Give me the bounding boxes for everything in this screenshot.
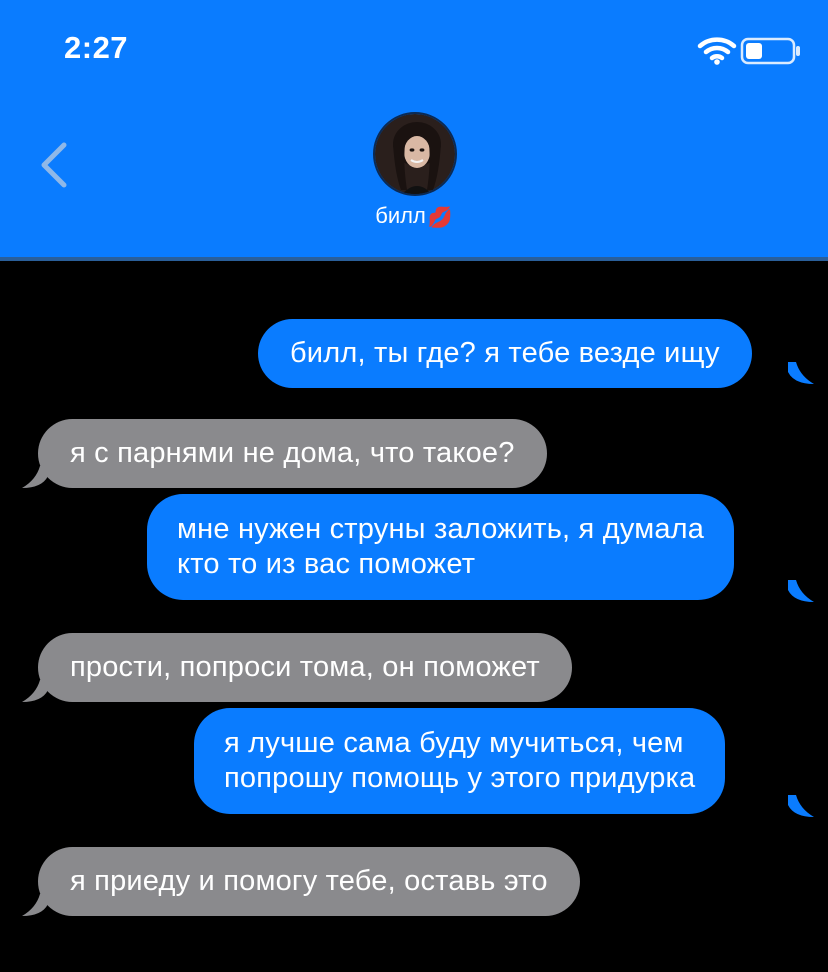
message-bubble-outgoing[interactable]: мне нужен струны заложить, я думала кто … [147,494,735,600]
message-text-line: мне нужен струны заложить, я думала [177,513,705,545]
message-bubble-incoming[interactable]: я с парнями не дома, что такое? [38,419,547,488]
message-bubble-incoming[interactable]: прости, попроси тома, он поможет [38,633,572,702]
wifi-icon [697,37,737,65]
kiss-emoji: 💋 [427,207,453,229]
message-bubble-incoming[interactable]: я приеду и помогу тебе, оставь это [38,847,580,916]
message-text: прости, попроси тома, он поможет [70,651,540,683]
message-text: билл, ты где? я тебе везде ищу [290,337,720,369]
bubble-tail [788,795,814,817]
message-text: я с парнями не дома, что такое? [70,437,515,469]
message-text-line: кто то из вас поможет [177,547,476,580]
battery-icon [740,37,800,65]
back-chevron-icon[interactable] [30,135,74,195]
conversation-header: 2:27 билл 💋 [0,0,828,257]
message-text-line: я лучше сама буду мучиться, чем [224,727,684,759]
bubble-tail [788,362,814,384]
status-time: 2:27 [64,30,129,65]
message-bubble-outgoing[interactable]: билл, ты где? я тебе везде ищу [258,319,752,388]
bubble-tail [788,580,814,602]
contact-name[interactable]: билл 💋 [0,203,828,230]
bubble-tail [22,466,48,488]
contact-name-label: билл [375,203,426,228]
header-divider [0,257,828,261]
message-text-line: попрошу помощь у этого придурка [224,761,696,794]
message-bubble-outgoing[interactable]: я лучше сама буду мучиться, чем попрошу … [194,708,726,814]
bubble-tail [22,680,48,702]
bubble-tail [22,894,48,916]
avatar[interactable] [373,112,457,196]
message-text: я приеду и помогу тебе, оставь это [70,865,548,897]
